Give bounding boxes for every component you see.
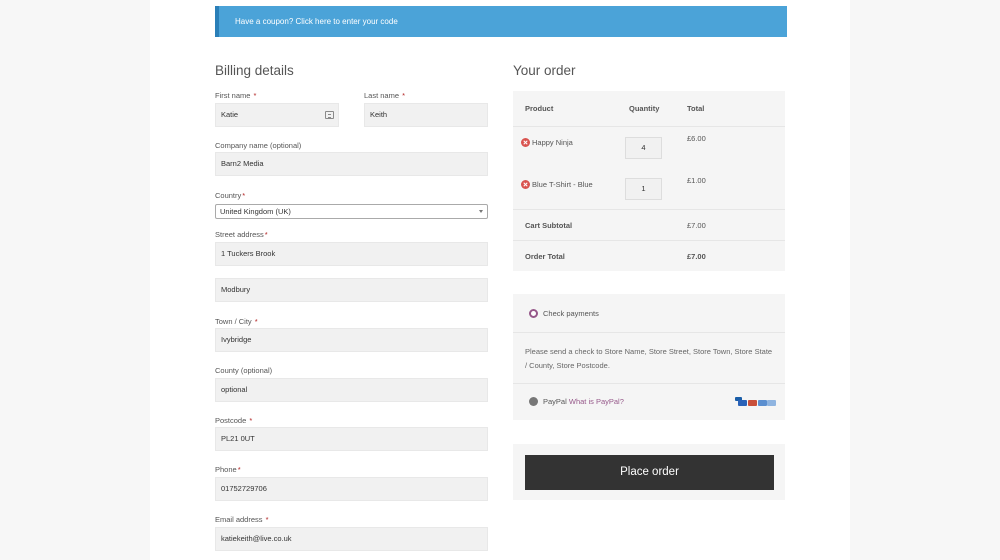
email-label: Email address * [215,515,269,524]
first-name-label: First name * [215,91,257,100]
col-total: Total [687,104,705,113]
amex-icon [758,400,767,406]
first-name-field[interactable]: Katie [215,103,339,127]
item-total: £1.00 [687,176,706,185]
company-field[interactable]: Barn2 Media [215,152,488,176]
divider [513,332,785,333]
col-quantity: Quantity [629,104,660,113]
last-name-label: Last name * [364,91,406,100]
county-field[interactable]: optional [215,378,488,402]
remove-item-icon[interactable] [521,180,530,189]
coupon-notice-link[interactable]: Have a coupon? Click here to enter your … [215,6,787,37]
col-product: Product [525,104,554,113]
street-field[interactable]: 1 Tuckers Brook [215,242,488,266]
card-icon [767,400,776,406]
remove-item-icon[interactable] [521,138,530,147]
required-mark: * [264,230,268,239]
what-is-paypal-link[interactable]: What is PayPal? [569,397,624,406]
chevron-down-icon [479,210,483,213]
divider [513,209,785,210]
check-payment-radio[interactable] [529,309,538,318]
postcode-label: Postcode * [215,416,253,425]
first-name-value: Katie [221,110,239,119]
email-field[interactable]: katiekeith@live.co.uk [215,527,488,551]
place-order-button[interactable]: Place order [525,455,774,490]
paypal-label[interactable]: PayPal What is PayPal? [543,397,624,406]
item-name: Blue T-Shirt - Blue [532,180,593,189]
required-mark: * [254,317,258,326]
subtotal-label: Cart Subtotal [525,221,573,230]
paypal-radio[interactable] [529,397,538,406]
street-label: Street address* [215,230,268,239]
town-label: Town / City * [215,317,258,326]
quantity-input[interactable]: 4 [625,137,662,159]
county-label: County (optional) [215,366,273,375]
last-name-field[interactable]: Keith [364,103,488,127]
contact-card-icon[interactable] [325,111,334,119]
street-line2-field[interactable]: Modbury [215,278,488,302]
billing-heading: Billing details [215,63,294,78]
quantity-input[interactable]: 1 [625,178,662,200]
postcode-field[interactable]: PL21 0UT [215,427,488,451]
order-total-value: £7.00 [687,252,706,261]
town-field[interactable]: Ivybridge [215,328,488,352]
divider [513,240,785,241]
mastercard-icon [748,400,757,406]
card-logos-icon [735,397,776,409]
order-heading: Your order [513,63,576,78]
required-mark: * [249,416,253,425]
country-label: Country* [215,191,246,200]
required-mark: * [265,515,269,524]
required-mark: * [402,91,406,100]
visa-icon [738,400,747,406]
required-mark: * [242,191,246,200]
required-mark: * [253,91,257,100]
divider [513,126,785,127]
check-payment-description: Please send a check to Store Name, Store… [525,347,773,370]
phone-label: Phone* [215,465,241,474]
divider [513,383,785,384]
company-label: Company name (optional) [215,141,302,150]
order-total-label: Order Total [525,252,565,261]
country-select[interactable]: United Kingdom (UK) [215,204,488,219]
subtotal-value: £7.00 [687,221,706,230]
item-name: Happy Ninja [532,138,573,147]
required-mark: * [237,465,241,474]
item-total: £6.00 [687,134,706,143]
check-payment-label[interactable]: Check payments [543,309,599,318]
country-value: United Kingdom (UK) [220,207,291,216]
phone-field[interactable]: 01752729706 [215,477,488,501]
